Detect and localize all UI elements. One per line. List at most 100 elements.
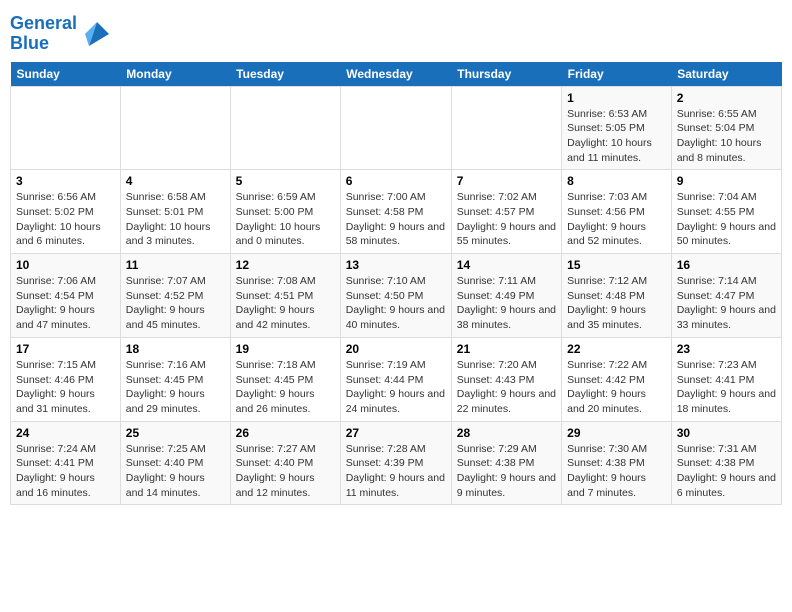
day-number: 7	[457, 174, 556, 188]
logo-icon	[81, 18, 113, 50]
day-number: 19	[236, 342, 335, 356]
calendar-cell	[451, 86, 561, 170]
calendar-cell: 8 Sunrise: 7:03 AM Sunset: 4:56 PM Daylig…	[562, 170, 672, 254]
day-info: Sunrise: 7:07 AM Sunset: 4:52 PM Dayligh…	[126, 274, 225, 333]
day-number: 28	[457, 426, 556, 440]
calendar-week-row: 1 Sunrise: 6:53 AM Sunset: 5:05 PM Daylig…	[11, 86, 782, 170]
day-info: Sunrise: 6:56 AM Sunset: 5:02 PM Dayligh…	[16, 190, 115, 249]
day-number: 16	[677, 258, 776, 272]
calendar-cell: 17 Sunrise: 7:15 AM Sunset: 4:46 PM Dayli…	[11, 337, 121, 421]
weekday-header: Monday	[120, 62, 230, 87]
day-info: Sunrise: 7:29 AM Sunset: 4:38 PM Dayligh…	[457, 442, 556, 501]
calendar-cell: 27Sunrise: 7:28 AM Sunset: 4:39 PM Dayli…	[340, 421, 451, 505]
day-info: Sunrise: 7:24 AM Sunset: 4:41 PM Dayligh…	[16, 442, 115, 501]
calendar-cell	[230, 86, 340, 170]
day-info: Sunrise: 7:22 AM Sunset: 4:42 PM Dayligh…	[567, 358, 666, 417]
weekday-header: Saturday	[671, 62, 781, 87]
calendar-cell: 19 Sunrise: 7:18 AM Sunset: 4:45 PM Dayli…	[230, 337, 340, 421]
calendar-cell: 1 Sunrise: 6:53 AM Sunset: 5:05 PM Daylig…	[562, 86, 672, 170]
calendar-cell: 11 Sunrise: 7:07 AM Sunset: 4:52 PM Dayli…	[120, 254, 230, 338]
day-info: Sunrise: 7:31 AM Sunset: 4:38 PM Dayligh…	[677, 442, 776, 501]
day-info: Sunrise: 6:58 AM Sunset: 5:01 PM Dayligh…	[126, 190, 225, 249]
day-number: 17	[16, 342, 115, 356]
day-number: 9	[677, 174, 776, 188]
calendar-cell: 24Sunrise: 7:24 AM Sunset: 4:41 PM Dayli…	[11, 421, 121, 505]
weekday-header: Sunday	[11, 62, 121, 87]
weekday-header: Tuesday	[230, 62, 340, 87]
day-info: Sunrise: 7:23 AM Sunset: 4:41 PM Dayligh…	[677, 358, 776, 417]
day-number: 10	[16, 258, 115, 272]
calendar-cell: 13 Sunrise: 7:10 AM Sunset: 4:50 PM Dayli…	[340, 254, 451, 338]
calendar-header: SundayMondayTuesdayWednesdayThursdayFrid…	[11, 62, 782, 87]
day-info: Sunrise: 7:11 AM Sunset: 4:49 PM Dayligh…	[457, 274, 556, 333]
day-info: Sunrise: 7:14 AM Sunset: 4:47 PM Dayligh…	[677, 274, 776, 333]
day-number: 22	[567, 342, 666, 356]
day-number: 14	[457, 258, 556, 272]
day-number: 15	[567, 258, 666, 272]
day-info: Sunrise: 7:02 AM Sunset: 4:57 PM Dayligh…	[457, 190, 556, 249]
day-number: 3	[16, 174, 115, 188]
day-info: Sunrise: 6:59 AM Sunset: 5:00 PM Dayligh…	[236, 190, 335, 249]
day-info: Sunrise: 7:06 AM Sunset: 4:54 PM Dayligh…	[16, 274, 115, 333]
logo-general: General	[10, 13, 77, 33]
day-number: 11	[126, 258, 225, 272]
day-number: 13	[346, 258, 446, 272]
calendar-cell: 16 Sunrise: 7:14 AM Sunset: 4:47 PM Dayli…	[671, 254, 781, 338]
day-number: 5	[236, 174, 335, 188]
calendar-week-row: 17 Sunrise: 7:15 AM Sunset: 4:46 PM Dayli…	[11, 337, 782, 421]
day-info: Sunrise: 7:04 AM Sunset: 4:55 PM Dayligh…	[677, 190, 776, 249]
day-info: Sunrise: 7:08 AM Sunset: 4:51 PM Dayligh…	[236, 274, 335, 333]
calendar-cell: 7 Sunrise: 7:02 AM Sunset: 4:57 PM Daylig…	[451, 170, 561, 254]
day-number: 6	[346, 174, 446, 188]
calendar-cell: 20 Sunrise: 7:19 AM Sunset: 4:44 PM Dayli…	[340, 337, 451, 421]
day-info: Sunrise: 6:53 AM Sunset: 5:05 PM Dayligh…	[567, 107, 666, 166]
day-info: Sunrise: 7:00 AM Sunset: 4:58 PM Dayligh…	[346, 190, 446, 249]
day-number: 21	[457, 342, 556, 356]
day-info: Sunrise: 7:27 AM Sunset: 4:40 PM Dayligh…	[236, 442, 335, 501]
day-info: Sunrise: 7:18 AM Sunset: 4:45 PM Dayligh…	[236, 358, 335, 417]
day-number: 26	[236, 426, 335, 440]
calendar-cell: 21 Sunrise: 7:20 AM Sunset: 4:43 PM Dayli…	[451, 337, 561, 421]
day-number: 2	[677, 91, 776, 105]
day-info: Sunrise: 7:20 AM Sunset: 4:43 PM Dayligh…	[457, 358, 556, 417]
calendar-week-row: 10 Sunrise: 7:06 AM Sunset: 4:54 PM Dayli…	[11, 254, 782, 338]
calendar-cell: 15 Sunrise: 7:12 AM Sunset: 4:48 PM Dayli…	[562, 254, 672, 338]
calendar-cell: 30 Sunrise: 7:31 AM Sunset: 4:38 PM Dayli…	[671, 421, 781, 505]
calendar-cell: 6 Sunrise: 7:00 AM Sunset: 4:58 PM Daylig…	[340, 170, 451, 254]
calendar-cell: 28 Sunrise: 7:29 AM Sunset: 4:38 PM Dayli…	[451, 421, 561, 505]
calendar-cell: 26 Sunrise: 7:27 AM Sunset: 4:40 PM Dayli…	[230, 421, 340, 505]
day-info: Sunrise: 7:10 AM Sunset: 4:50 PM Dayligh…	[346, 274, 446, 333]
day-number: 30	[677, 426, 776, 440]
calendar-cell: 3 Sunrise: 6:56 AM Sunset: 5:02 PM Daylig…	[11, 170, 121, 254]
day-number: 29	[567, 426, 666, 440]
calendar-cell: 29 Sunrise: 7:30 AM Sunset: 4:38 PM Dayli…	[562, 421, 672, 505]
day-info: Sunrise: 7:15 AM Sunset: 4:46 PM Dayligh…	[16, 358, 115, 417]
day-info: Sunrise: 7:30 AM Sunset: 4:38 PM Dayligh…	[567, 442, 666, 501]
calendar-cell: 23 Sunrise: 7:23 AM Sunset: 4:41 PM Dayli…	[671, 337, 781, 421]
day-info: Sunrise: 7:03 AM Sunset: 4:56 PM Dayligh…	[567, 190, 666, 249]
day-info: Sunrise: 6:55 AM Sunset: 5:04 PM Dayligh…	[677, 107, 776, 166]
calendar-cell: 22 Sunrise: 7:22 AM Sunset: 4:42 PM Dayli…	[562, 337, 672, 421]
day-number: 8	[567, 174, 666, 188]
calendar-table: SundayMondayTuesdayWednesdayThursdayFrid…	[10, 62, 782, 506]
calendar-week-row: 3 Sunrise: 6:56 AM Sunset: 5:02 PM Daylig…	[11, 170, 782, 254]
day-number: 23	[677, 342, 776, 356]
day-number: 20	[346, 342, 446, 356]
day-info: Sunrise: 7:19 AM Sunset: 4:44 PM Dayligh…	[346, 358, 446, 417]
day-info: Sunrise: 7:12 AM Sunset: 4:48 PM Dayligh…	[567, 274, 666, 333]
day-number: 18	[126, 342, 225, 356]
calendar-cell	[340, 86, 451, 170]
calendar-cell: 9 Sunrise: 7:04 AM Sunset: 4:55 PM Daylig…	[671, 170, 781, 254]
calendar-cell	[120, 86, 230, 170]
logo: General Blue	[10, 14, 113, 54]
day-number: 1	[567, 91, 666, 105]
calendar-cell	[11, 86, 121, 170]
day-info: Sunrise: 7:16 AM Sunset: 4:45 PM Dayligh…	[126, 358, 225, 417]
day-info: Sunrise: 7:25 AM Sunset: 4:40 PM Dayligh…	[126, 442, 225, 501]
weekday-header: Thursday	[451, 62, 561, 87]
weekday-header: Friday	[562, 62, 672, 87]
day-number: 4	[126, 174, 225, 188]
calendar-cell: 10 Sunrise: 7:06 AM Sunset: 4:54 PM Dayli…	[11, 254, 121, 338]
calendar-cell: 12Sunrise: 7:08 AM Sunset: 4:51 PM Dayli…	[230, 254, 340, 338]
day-number: 25	[126, 426, 225, 440]
